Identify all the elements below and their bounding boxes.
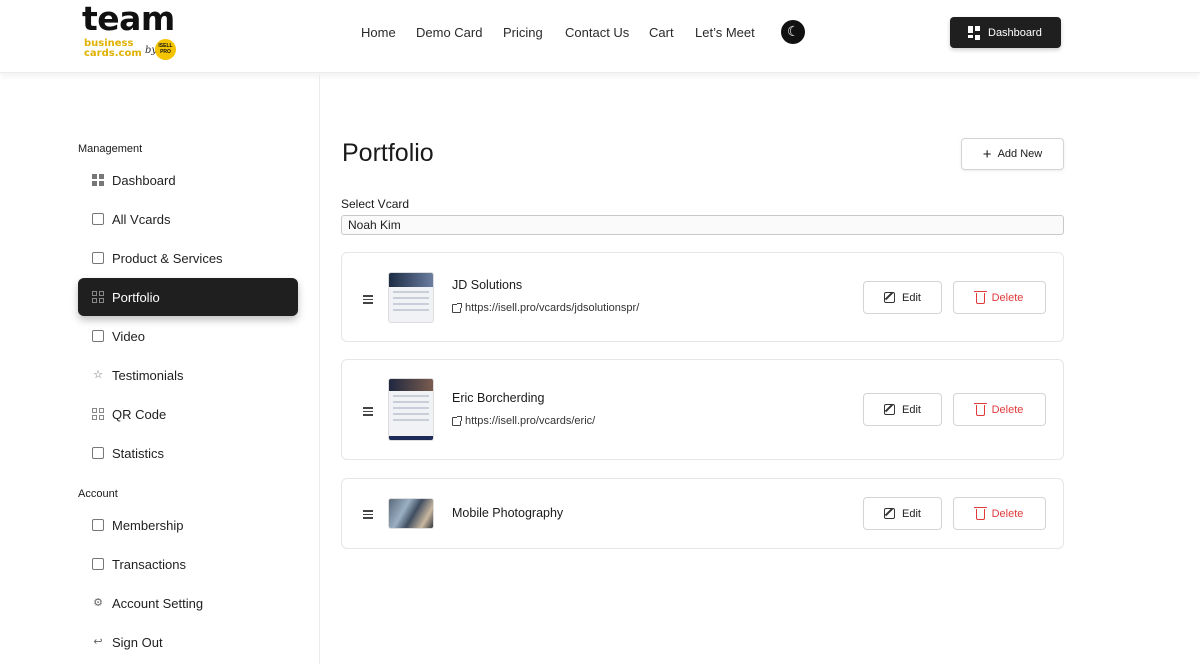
sidebar-item-label: Transactions <box>112 556 186 572</box>
nav-pricing[interactable]: Pricing <box>503 24 543 42</box>
delete-button[interactable]: Delete <box>953 497 1046 530</box>
sidebar-item-video[interactable]: Video <box>78 317 298 355</box>
nav-contact-us[interactable]: Contact Us <box>565 24 629 42</box>
nav-lets-meet[interactable]: Let’s Meet <box>695 24 755 42</box>
chart-icon <box>92 447 104 459</box>
drag-handle-icon[interactable] <box>363 510 373 521</box>
top-header: team business cards.com by ISELL PRO Hom… <box>0 0 1200 73</box>
sidebar-item-sign-out[interactable]: ↩ Sign Out <box>78 623 298 661</box>
video-icon <box>92 330 104 342</box>
sidebar-item-label: Product & Services <box>112 250 223 266</box>
sidebar-item-dashboard[interactable]: Dashboard <box>78 161 298 199</box>
add-new-button[interactable]: + Add New <box>961 138 1064 170</box>
star-icon: ☆ <box>93 369 103 381</box>
page-title: Portfolio <box>342 139 434 167</box>
logo-subtext: business cards.com <box>84 39 142 59</box>
portfolio-item: Eric Borcherding https://isell.pro/vcard… <box>341 359 1064 460</box>
sidebar-item-portfolio[interactable]: Portfolio <box>78 278 298 316</box>
dashboard-button-label: Dashboard <box>988 26 1042 39</box>
portfolio-item-name: Mobile Photography <box>452 506 564 520</box>
box-icon <box>92 252 104 264</box>
sidebar-item-label: Testimonials <box>112 367 184 383</box>
nav-demo-card[interactable]: Demo Card <box>416 24 482 42</box>
portfolio-item-url: https://isell.pro/vcards/eric/ <box>465 415 596 427</box>
delete-label: Delete <box>991 507 1024 520</box>
dashboard-button[interactable]: Dashboard <box>950 17 1061 48</box>
brand-logo[interactable]: team business cards.com by ISELL PRO <box>82 0 182 63</box>
portfolio-item-link[interactable]: https://isell.pro/vcards/jdsolutionspr/ <box>452 302 639 314</box>
sidebar-item-testimonials[interactable]: ☆ Testimonials <box>78 356 298 394</box>
sidebar-item-label: Account Setting <box>112 595 204 611</box>
management-section-title: Management <box>78 143 143 155</box>
external-link-icon <box>452 302 462 313</box>
sidebar-item-label: Membership <box>112 517 184 533</box>
sidebar-item-label: Sign Out <box>112 634 163 650</box>
nav-cart[interactable]: Cart <box>649 24 674 42</box>
select-vcard-label: Select Vcard <box>341 197 410 211</box>
sidebar-item-all-vcards[interactable]: All Vcards <box>78 200 298 238</box>
drag-handle-icon[interactable] <box>363 407 373 418</box>
portfolio-item-name: JD Solutions <box>452 278 523 292</box>
edit-label: Edit <box>902 403 921 416</box>
delete-button[interactable]: Delete <box>953 393 1046 426</box>
portfolio-thumbnail <box>388 498 434 529</box>
logo-wordmark: team <box>82 0 175 38</box>
edit-button[interactable]: Edit <box>863 393 942 426</box>
edit-button[interactable]: Edit <box>863 281 942 314</box>
sidebar-item-label: Dashboard <box>112 172 176 188</box>
trash-icon <box>973 403 987 416</box>
sidebar-item-qr-code[interactable]: QR Code <box>78 395 298 433</box>
select-vcard-dropdown[interactable]: Noah Kim <box>341 215 1064 235</box>
dashboard-icon <box>92 174 104 186</box>
sidebar-item-label: QR Code <box>112 406 167 422</box>
portfolio-icon <box>92 291 104 303</box>
add-new-label: Add New <box>997 148 1043 160</box>
portfolio-item: Mobile Photography Edit Delete <box>341 478 1064 549</box>
sidebar-item-account-setting[interactable]: ⚙ Account Setting <box>78 584 298 622</box>
qr-icon <box>92 408 104 420</box>
logo-badge: ISELL PRO <box>155 39 176 60</box>
sidebar: Management Dashboard All Vcards Product … <box>0 74 320 664</box>
sidebar-item-transactions[interactable]: Transactions <box>78 545 298 583</box>
nav-home[interactable]: Home <box>361 24 396 42</box>
portfolio-item-url: https://isell.pro/vcards/jdsolutionspr/ <box>465 302 640 314</box>
edit-icon <box>884 292 896 303</box>
trash-icon <box>973 507 987 520</box>
edit-icon <box>884 404 896 415</box>
edit-label: Edit <box>902 507 921 520</box>
sign-out-icon: ↩ <box>93 636 103 648</box>
sidebar-item-label: All Vcards <box>112 211 171 227</box>
plus-icon: + <box>982 145 992 163</box>
external-link-icon <box>452 415 462 426</box>
trash-icon <box>973 291 987 304</box>
document-icon <box>92 558 104 570</box>
delete-label: Delete <box>991 403 1024 416</box>
drag-handle-icon[interactable] <box>363 295 373 306</box>
sidebar-item-product-services[interactable]: Product & Services <box>78 239 298 277</box>
account-section-title: Account <box>78 488 118 500</box>
portfolio-thumbnail <box>388 272 434 323</box>
sidebar-item-membership[interactable]: Membership <box>78 506 298 544</box>
sidebar-item-label: Portfolio <box>112 289 160 305</box>
delete-button[interactable]: Delete <box>953 281 1046 314</box>
vcards-icon <box>92 213 104 225</box>
sidebar-item-label: Video <box>112 328 146 344</box>
edit-button[interactable]: Edit <box>863 497 942 530</box>
portfolio-thumbnail <box>388 378 434 441</box>
gift-icon <box>92 519 104 531</box>
portfolio-item-link[interactable]: https://isell.pro/vcards/eric/ <box>452 415 595 427</box>
sidebar-item-label: Statistics <box>112 445 165 461</box>
moon-icon: ☾ <box>787 23 800 39</box>
delete-label: Delete <box>991 291 1024 304</box>
settings-icon: ⚙ <box>93 597 103 609</box>
edit-icon <box>884 508 896 519</box>
sidebar-item-statistics[interactable]: Statistics <box>78 434 298 472</box>
portfolio-item: JD Solutions https://isell.pro/vcards/jd… <box>341 252 1064 342</box>
theme-toggle-button[interactable]: ☾ <box>781 20 805 44</box>
portfolio-item-name: Eric Borcherding <box>452 391 545 405</box>
edit-label: Edit <box>902 291 921 304</box>
logo-line2: cards.com <box>84 48 142 59</box>
dashboard-icon <box>968 25 980 40</box>
